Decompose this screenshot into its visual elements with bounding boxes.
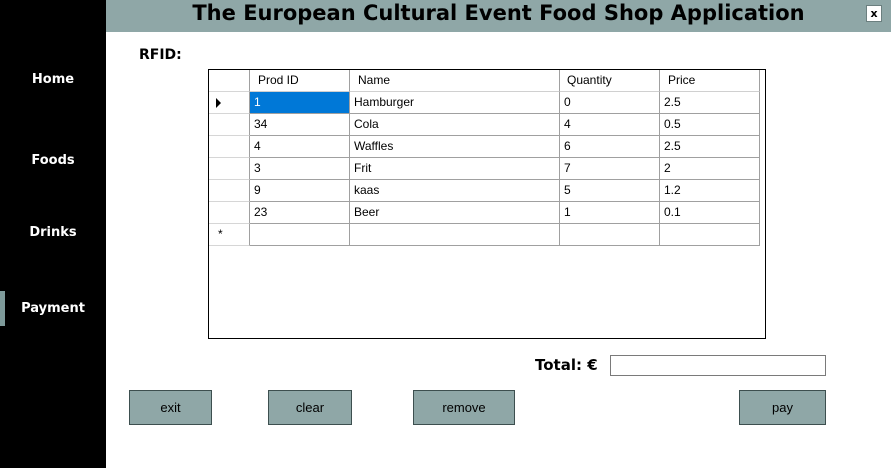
column-header-price[interactable]: Price [660, 70, 760, 92]
cell-prod-id[interactable]: 23 [250, 202, 350, 224]
total-field[interactable] [610, 355, 826, 376]
nav-home-label: Home [31, 72, 75, 87]
nav-drinks-label: Drinks [29, 225, 77, 240]
cell-name[interactable]: Beer [350, 202, 560, 224]
new-cell-prod-id[interactable] [250, 224, 350, 246]
cell-prod-id[interactable]: 3 [250, 158, 350, 180]
pay-button[interactable]: pay [739, 390, 826, 425]
row-header[interactable] [209, 114, 250, 136]
new-cell-quantity[interactable] [560, 224, 660, 246]
new-row-header[interactable]: * [209, 224, 250, 246]
cell-name[interactable]: kaas [350, 180, 560, 202]
exit-button[interactable]: exit [129, 390, 212, 425]
app-title: The European Cultural Event Food Shop Ap… [192, 1, 805, 25]
cell-name[interactable]: Cola [350, 114, 560, 136]
cell-price[interactable]: 2 [660, 158, 760, 180]
remove-button[interactable]: remove [413, 390, 515, 425]
column-header-quantity[interactable]: Quantity [560, 70, 660, 92]
cell-name[interactable]: Waffles [350, 136, 560, 158]
nav-foods-label: Foods [31, 153, 75, 168]
sidebar: Home Foods Drinks Payment [0, 0, 106, 468]
cell-price[interactable]: 2.5 [660, 92, 760, 114]
cell-price[interactable]: 2.5 [660, 136, 760, 158]
current-row-arrow-icon [216, 98, 221, 108]
cell-prod-id[interactable]: 9 [250, 180, 350, 202]
grid-corner-cell [209, 70, 250, 92]
cell-price[interactable]: 1.2 [660, 180, 760, 202]
nav-drinks[interactable]: Drinks [0, 225, 106, 240]
row-header[interactable] [209, 180, 250, 202]
nav-home[interactable]: Home [0, 72, 106, 87]
cell-quantity[interactable]: 1 [560, 202, 660, 224]
cell-quantity[interactable]: 0 [560, 92, 660, 114]
new-cell-name[interactable] [350, 224, 560, 246]
row-header[interactable] [209, 136, 250, 158]
cell-quantity[interactable]: 4 [560, 114, 660, 136]
row-header-current[interactable] [209, 92, 250, 114]
cell-prod-id[interactable]: 1 [250, 92, 350, 114]
rfid-label: RFID: [139, 47, 182, 63]
close-button[interactable]: x [866, 5, 882, 22]
title-bar: The European Cultural Event Food Shop Ap… [106, 0, 891, 32]
clear-button[interactable]: clear [268, 390, 352, 425]
cell-name[interactable]: Hamburger [350, 92, 560, 114]
cell-quantity[interactable]: 7 [560, 158, 660, 180]
order-grid[interactable]: Prod ID Name Quantity Price 1 Hamburger … [208, 69, 766, 339]
column-header-name[interactable]: Name [350, 70, 560, 92]
cell-name[interactable]: Frit [350, 158, 560, 180]
column-header-prod-id[interactable]: Prod ID [250, 70, 350, 92]
row-header[interactable] [209, 158, 250, 180]
cell-price[interactable]: 0.5 [660, 114, 760, 136]
new-row-asterisk-icon: * [218, 227, 223, 241]
nav-foods[interactable]: Foods [0, 153, 106, 168]
nav-payment[interactable]: Payment [0, 301, 106, 316]
row-header[interactable] [209, 202, 250, 224]
cell-quantity[interactable]: 6 [560, 136, 660, 158]
cell-price[interactable]: 0.1 [660, 202, 760, 224]
new-cell-price[interactable] [660, 224, 760, 246]
cell-quantity[interactable]: 5 [560, 180, 660, 202]
nav-payment-label: Payment [21, 301, 85, 316]
cell-prod-id[interactable]: 4 [250, 136, 350, 158]
total-label: Total: € [535, 356, 598, 374]
cell-prod-id[interactable]: 34 [250, 114, 350, 136]
